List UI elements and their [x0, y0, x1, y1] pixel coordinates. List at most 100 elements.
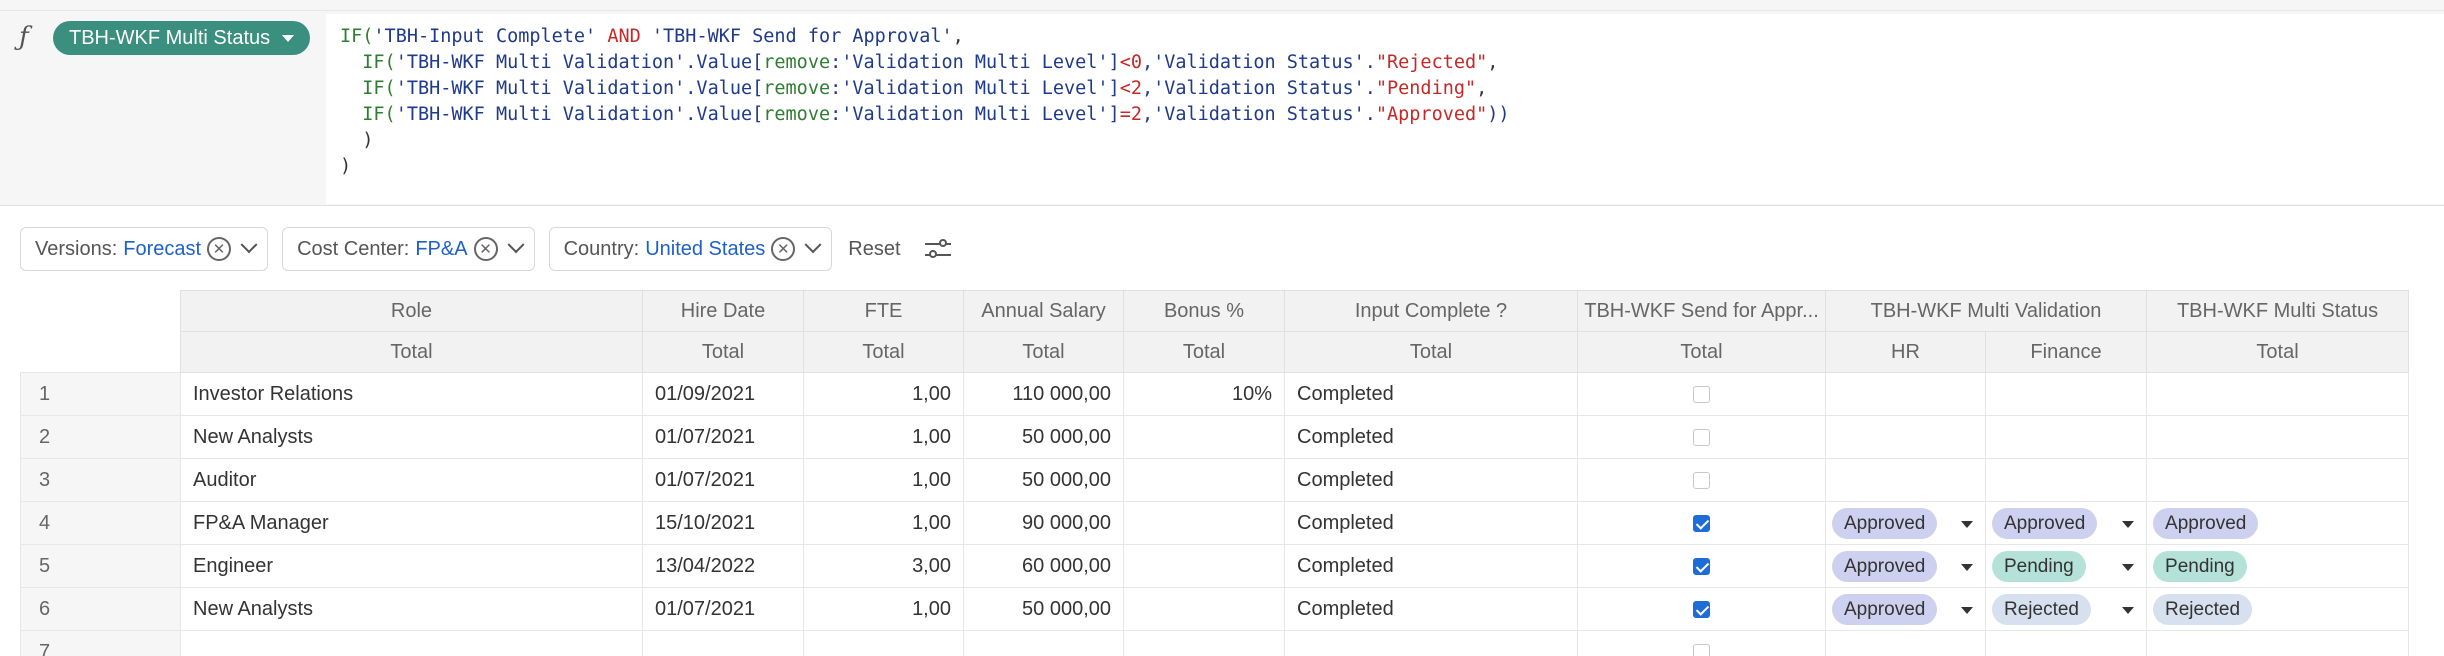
caret-down-icon[interactable] — [2122, 606, 2135, 614]
cell-hr-validation[interactable] — [1825, 458, 1986, 502]
cell-fte[interactable]: 1,00 — [803, 372, 964, 416]
chevron-down-icon[interactable] — [240, 236, 258, 254]
cell-send-for-approval[interactable] — [1577, 544, 1826, 588]
cell-multi-status[interactable]: Pending — [2146, 544, 2410, 588]
cell-annual-salary[interactable]: 50 000,00 — [963, 415, 1124, 459]
cell-input-complete[interactable] — [1284, 630, 1578, 656]
checkbox[interactable] — [1693, 428, 1710, 446]
clear-icon[interactable]: ✕ — [771, 237, 796, 261]
cell-hire-date[interactable]: 01/09/2021 — [642, 372, 804, 416]
cell-finance-validation[interactable] — [1984, 630, 2148, 656]
cell-hire-date[interactable] — [642, 630, 804, 656]
clear-icon[interactable]: ✕ — [473, 237, 498, 261]
sliders-icon[interactable] — [924, 237, 951, 261]
column-header-input-complete[interactable]: Input Complete ? — [1284, 290, 1578, 332]
cell-annual-salary[interactable] — [963, 630, 1124, 656]
cell-input-complete[interactable]: Completed — [1284, 501, 1578, 545]
cell-finance-validation[interactable]: Approved — [1984, 501, 2148, 545]
cell-input-complete[interactable]: Completed — [1284, 458, 1578, 502]
caret-down-icon[interactable] — [1961, 606, 1973, 614]
cell-send-for-approval[interactable] — [1577, 630, 1826, 656]
checkbox[interactable] — [1693, 514, 1710, 532]
cell-fte[interactable]: 1,00 — [803, 415, 964, 459]
cell-role[interactable]: Investor Relations — [180, 372, 643, 416]
cell-role[interactable]: New Analysts — [180, 587, 643, 631]
cell-finance-validation[interactable]: Rejected — [1984, 587, 2148, 631]
cell-fte[interactable]: 1,00 — [803, 458, 964, 502]
cell-hr-validation[interactable]: Approved — [1825, 544, 1986, 588]
cell-bonus[interactable] — [1123, 630, 1285, 656]
cell-send-for-approval[interactable] — [1577, 372, 1826, 416]
cell-role[interactable]: Auditor — [180, 458, 643, 502]
cell-send-for-approval[interactable] — [1577, 458, 1826, 502]
cell-hr-validation[interactable] — [1825, 630, 1986, 656]
column-header-annual-salary[interactable]: Annual Salary — [963, 290, 1124, 332]
cell-hire-date[interactable]: 15/10/2021 — [642, 501, 804, 545]
cell-multi-status[interactable] — [2146, 415, 2410, 459]
cell-multi-status[interactable]: Approved — [2146, 501, 2410, 545]
formula-input[interactable]: IF('TBH-Input Complete' AND 'TBH-WKF Sen… — [326, 14, 2444, 204]
cell-annual-salary[interactable]: 60 000,00 — [963, 544, 1124, 588]
cell-hire-date[interactable]: 01/07/2021 — [642, 458, 804, 502]
column-header-fte[interactable]: FTE — [803, 290, 964, 332]
chevron-down-icon[interactable] — [804, 236, 822, 254]
cell-hire-date[interactable]: 01/07/2021 — [642, 587, 804, 631]
caret-down-icon[interactable] — [2122, 520, 2135, 528]
cell-send-for-approval[interactable] — [1577, 587, 1826, 631]
column-header-multi-status[interactable]: TBH-WKF Multi Status — [2146, 290, 2410, 332]
chevron-down-icon[interactable] — [507, 236, 525, 254]
cell-role[interactable]: Engineer — [180, 544, 643, 588]
cell-annual-salary[interactable]: 50 000,00 — [963, 458, 1124, 502]
checkbox[interactable] — [1693, 385, 1710, 403]
cell-multi-status[interactable] — [2146, 372, 2410, 416]
cell-hr-validation[interactable]: Approved — [1825, 501, 1986, 545]
filter-country[interactable]: Country: United States ✕ — [548, 227, 833, 271]
reset-button[interactable]: Reset — [848, 238, 900, 261]
cell-send-for-approval[interactable] — [1577, 415, 1826, 459]
cell-hr-validation[interactable]: Approved — [1825, 587, 1986, 631]
cell-multi-status[interactable] — [2146, 458, 2410, 502]
cell-fte[interactable]: 1,00 — [803, 501, 964, 545]
checkbox[interactable] — [1693, 600, 1710, 618]
cell-hire-date[interactable]: 13/04/2022 — [642, 544, 804, 588]
cell-annual-salary[interactable]: 110 000,00 — [963, 372, 1124, 416]
checkbox[interactable] — [1693, 643, 1710, 656]
cell-bonus[interactable] — [1123, 501, 1285, 545]
cell-bonus[interactable] — [1123, 415, 1285, 459]
cell-multi-status[interactable] — [2146, 630, 2410, 656]
caret-down-icon[interactable] — [1961, 563, 1973, 571]
filter-cost-center[interactable]: Cost Center: FP&A ✕ — [282, 227, 535, 271]
cell-input-complete[interactable]: Completed — [1284, 587, 1578, 631]
cell-role[interactable]: FP&A Manager — [180, 501, 643, 545]
column-header-bonus[interactable]: Bonus % — [1123, 290, 1285, 332]
clear-icon[interactable]: ✕ — [207, 237, 232, 261]
cell-input-complete[interactable]: Completed — [1284, 544, 1578, 588]
caret-down-icon[interactable] — [2122, 563, 2135, 571]
cell-hr-validation[interactable] — [1825, 415, 1986, 459]
cell-finance-validation[interactable] — [1984, 458, 2148, 502]
checkbox[interactable] — [1693, 557, 1710, 575]
cell-finance-validation[interactable]: Pending — [1984, 544, 2148, 588]
column-header-hire-date[interactable]: Hire Date — [642, 290, 804, 332]
caret-down-icon[interactable] — [1961, 520, 1973, 528]
cell-bonus[interactable] — [1123, 587, 1285, 631]
column-header-role[interactable]: Role — [180, 290, 643, 332]
cell-hire-date[interactable]: 01/07/2021 — [642, 415, 804, 459]
column-header-send-for-approval[interactable]: TBH-WKF Send for Appr... — [1577, 290, 1826, 332]
checkbox[interactable] — [1693, 471, 1710, 489]
cell-send-for-approval[interactable] — [1577, 501, 1826, 545]
cell-multi-status[interactable]: Rejected — [2146, 587, 2410, 631]
cell-input-complete[interactable]: Completed — [1284, 372, 1578, 416]
column-header-multi-validation[interactable]: TBH-WKF Multi Validation — [1824, 290, 2148, 332]
cell-hr-validation[interactable] — [1825, 372, 1986, 416]
metric-selector[interactable]: TBH-WKF Multi Status — [53, 21, 311, 55]
cell-role[interactable] — [180, 630, 643, 656]
cell-bonus[interactable] — [1123, 544, 1285, 588]
filter-versions[interactable]: Versions: Forecast ✕ — [20, 227, 269, 271]
cell-role[interactable]: New Analysts — [180, 415, 643, 459]
cell-bonus[interactable]: 10% — [1123, 372, 1285, 416]
cell-finance-validation[interactable] — [1984, 372, 2148, 416]
cell-annual-salary[interactable]: 90 000,00 — [963, 501, 1124, 545]
cell-fte[interactable]: 1,00 — [803, 587, 964, 631]
cell-annual-salary[interactable]: 50 000,00 — [963, 587, 1124, 631]
